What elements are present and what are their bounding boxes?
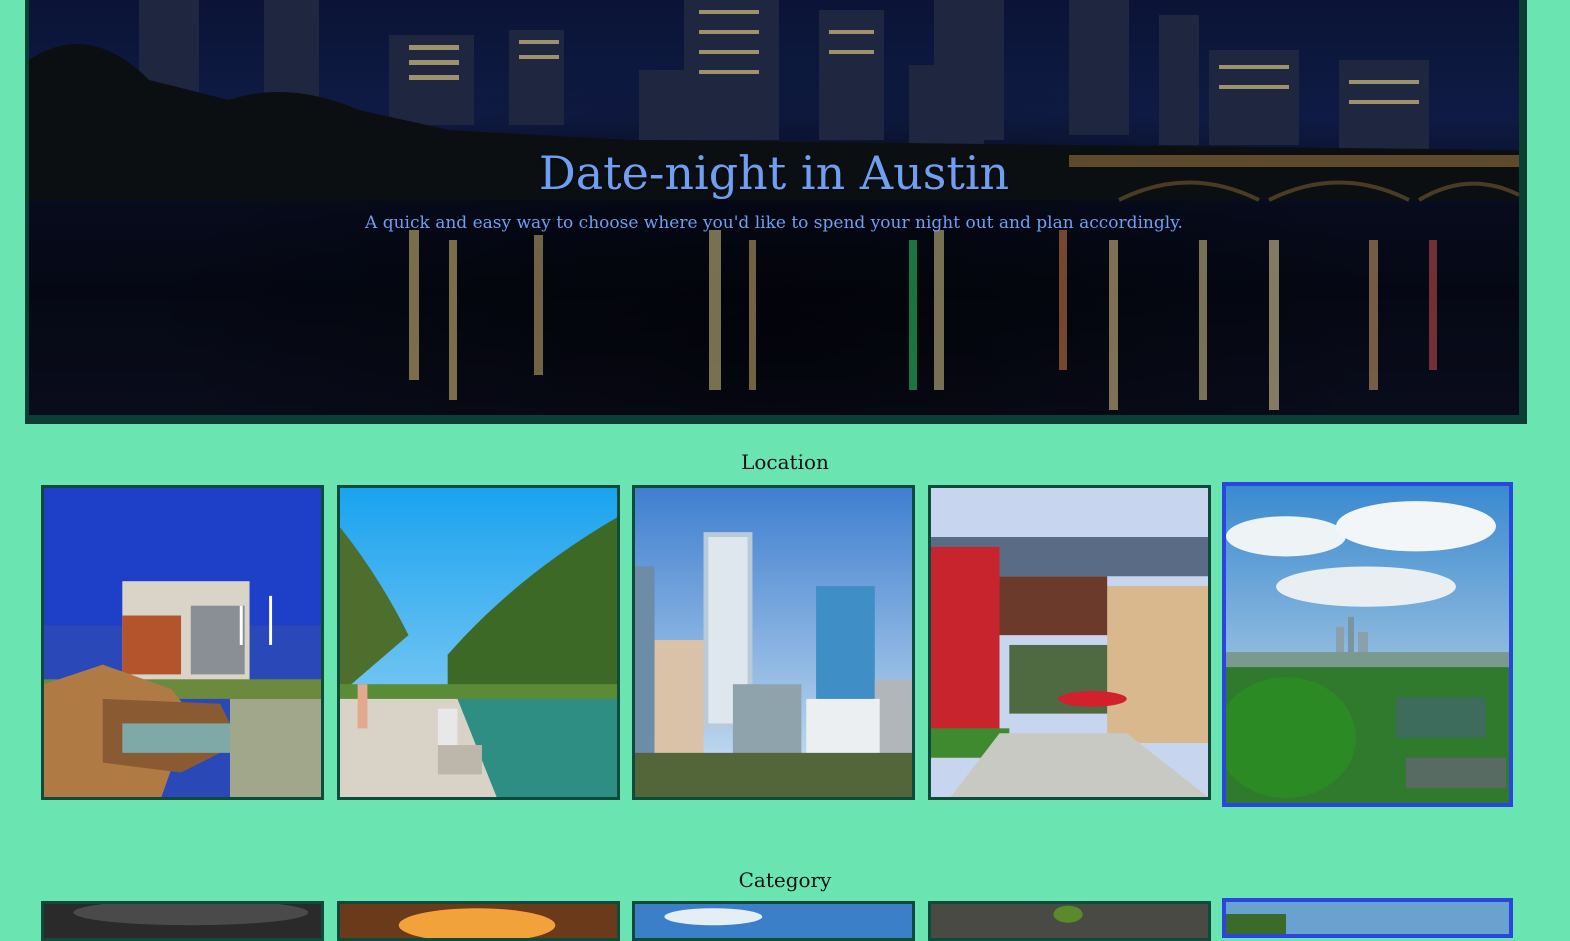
category-card-5[interactable] bbox=[1222, 898, 1513, 938]
barton-springs-photo bbox=[340, 488, 617, 797]
location-card-city-hall[interactable] bbox=[41, 485, 324, 800]
city-hall-waterfall-photo bbox=[44, 488, 321, 797]
outdoor-photo bbox=[1226, 902, 1509, 934]
location-card-barton-springs[interactable] bbox=[337, 485, 620, 800]
hero-title: Date-night in Austin bbox=[538, 146, 1010, 200]
location-card-market-plaza[interactable] bbox=[928, 485, 1211, 800]
hero-banner: Date-night in Austin A quick and easy wa… bbox=[25, 0, 1527, 424]
location-heading: Location bbox=[741, 450, 829, 474]
category-card-3[interactable] bbox=[632, 901, 915, 941]
food-photo bbox=[931, 904, 1208, 938]
market-plaza-photo bbox=[931, 488, 1208, 797]
location-card-skyline-greenery[interactable] bbox=[1222, 482, 1513, 807]
downtown-towers-photo bbox=[635, 488, 912, 797]
category-card-4[interactable] bbox=[928, 901, 1211, 941]
category-card-2[interactable] bbox=[337, 901, 620, 941]
skyline-greenery-photo bbox=[1226, 486, 1509, 803]
hero-subtitle: A quick and easy way to choose where you… bbox=[365, 213, 1183, 233]
austin-skyline-night-photo: Date-night in Austin A quick and easy wa… bbox=[29, 0, 1519, 415]
sky-photo bbox=[635, 904, 912, 938]
dark-smoke-photo bbox=[44, 904, 321, 938]
category-card-1[interactable] bbox=[41, 901, 324, 941]
category-heading: Category bbox=[738, 868, 832, 892]
location-card-downtown[interactable] bbox=[632, 485, 915, 800]
sunset-photo bbox=[340, 904, 617, 938]
